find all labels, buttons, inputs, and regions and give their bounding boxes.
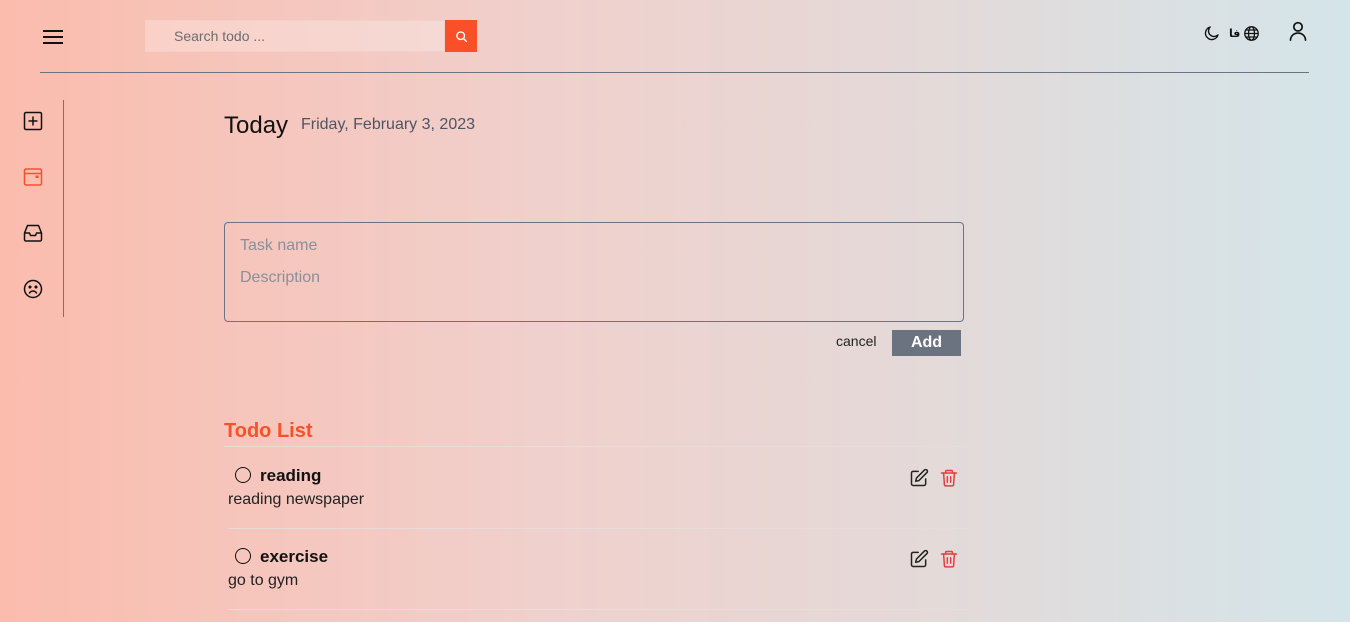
theme-toggle-button[interactable] [1199,20,1225,46]
menu-button[interactable] [38,22,68,52]
todo-description: go to gym [228,572,299,589]
sad-face-icon [23,279,43,299]
plus-square-icon [23,111,43,131]
list-divider [224,446,965,447]
search-input[interactable] [145,20,445,52]
sidebar-divider [63,100,64,317]
sidebar-item-inbox[interactable] [20,220,46,246]
language-switch-button[interactable]: فا [1229,22,1260,44]
search-icon [455,30,467,42]
hamburger-menu-icon [43,30,63,44]
sidebar-item-today[interactable] [20,164,46,190]
delete-icon[interactable] [939,549,959,569]
page-title: Today [224,112,289,139]
complete-checkbox[interactable] [235,467,251,483]
page-date: Friday, February 3, 2023 [301,116,476,133]
sidebar-item-mood[interactable] [20,276,46,302]
list-divider [228,609,968,610]
header-divider [40,72,1309,73]
cancel-button[interactable]: cancel [836,333,876,349]
user-icon [1289,21,1307,41]
language-label: فا [1229,26,1241,40]
edit-icon[interactable] [909,549,929,569]
search-bar [145,20,477,52]
inbox-icon [23,224,43,242]
todo-description: reading newspaper [228,491,365,508]
add-task-button[interactable]: Add [892,330,961,356]
todo-item: reading reading newspaper [224,448,968,528]
todo-title: reading [260,466,322,485]
task-name-input[interactable] [240,235,940,257]
edit-icon[interactable] [909,468,929,488]
new-task-form [224,222,964,322]
calendar-icon [23,168,43,186]
todo-title: exercise [260,547,329,566]
delete-icon[interactable] [939,468,959,488]
task-description-input[interactable] [240,267,940,289]
todo-list-title: Todo List [224,420,313,442]
user-profile-button[interactable] [1285,18,1311,44]
globe-icon [1244,25,1260,41]
todo-item: exercise go to gym [224,529,968,609]
search-button[interactable] [445,20,477,52]
sidebar-item-add-task[interactable] [20,108,46,134]
moon-icon [1204,26,1219,41]
complete-checkbox[interactable] [235,548,251,564]
